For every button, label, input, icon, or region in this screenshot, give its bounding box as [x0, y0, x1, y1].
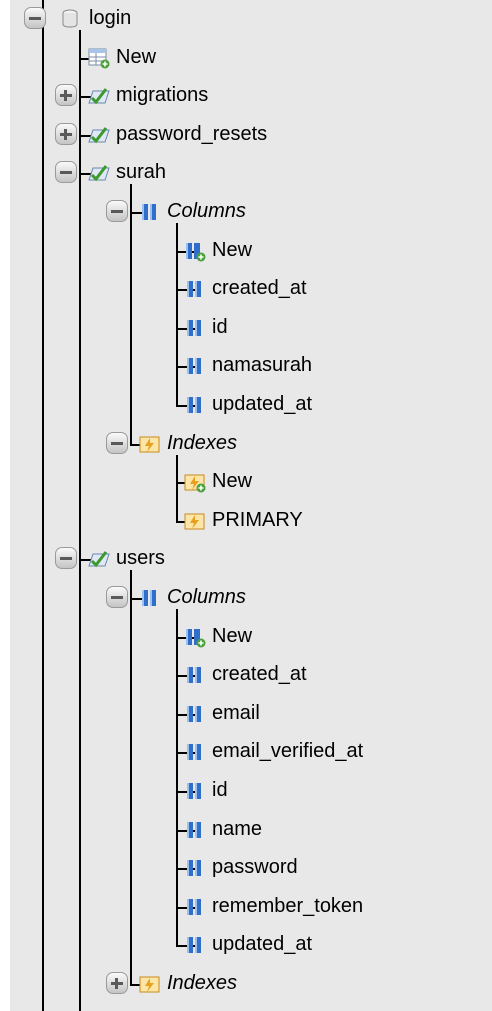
column-icon: [183, 664, 207, 686]
collapse-toggle-icon[interactable]: [55, 547, 77, 569]
table-icon: [87, 85, 111, 107]
column-name[interactable]: updated_at: [212, 392, 312, 416]
column-name[interactable]: id: [212, 778, 228, 802]
tree-node-indexes[interactable]: Indexes: [10, 965, 480, 1003]
navigation-tree: login New migrations password_resets surah Co…: [10, 0, 492, 1011]
new-index-label[interactable]: New: [212, 469, 252, 493]
tree-node-index[interactable]: PRIMARY: [10, 502, 480, 540]
new-column-icon: [183, 626, 207, 648]
columns-label[interactable]: Columns: [167, 585, 246, 609]
collapse-toggle-icon[interactable]: [106, 432, 128, 454]
tree-node-password-resets[interactable]: password_resets: [10, 116, 480, 154]
tree-node-indexes[interactable]: Indexes: [10, 425, 480, 463]
table-name[interactable]: surah: [116, 160, 166, 184]
columns-label[interactable]: Columns: [167, 199, 246, 223]
tree-node-migrations[interactable]: migrations: [10, 77, 480, 115]
new-table-label[interactable]: New: [116, 45, 156, 69]
tree-node-new-column[interactable]: New: [10, 618, 480, 656]
index-icon: [183, 510, 207, 532]
column-name[interactable]: email: [212, 701, 260, 725]
tree-node-columns[interactable]: Columns: [10, 193, 480, 231]
database-icon: [60, 8, 84, 30]
tree-node-surah[interactable]: surah: [10, 154, 480, 192]
column-name[interactable]: created_at: [212, 276, 307, 300]
new-column-label[interactable]: New: [212, 238, 252, 262]
tree-node-column[interactable]: name: [10, 811, 480, 849]
collapse-toggle-icon[interactable]: [55, 161, 77, 183]
column-name[interactable]: id: [212, 315, 228, 339]
columns-icon: [138, 587, 162, 609]
column-icon: [183, 278, 207, 300]
column-name[interactable]: created_at: [212, 662, 307, 686]
indexes-label[interactable]: Indexes: [167, 971, 237, 995]
expand-toggle-icon[interactable]: [55, 84, 77, 106]
column-icon: [183, 857, 207, 879]
new-column-label[interactable]: New: [212, 624, 252, 648]
indexes-label[interactable]: Indexes: [167, 431, 237, 455]
tree-node-column[interactable]: created_at: [10, 270, 480, 308]
column-icon: [183, 355, 207, 377]
tree-node-new-column[interactable]: New: [10, 232, 480, 270]
expand-toggle-icon[interactable]: [106, 972, 128, 994]
tree-node-column[interactable]: updated_at: [10, 926, 480, 964]
collapse-toggle-icon[interactable]: [106, 200, 128, 222]
column-icon: [183, 934, 207, 956]
database-name[interactable]: login: [89, 6, 131, 30]
column-name[interactable]: namasurah: [212, 353, 312, 377]
columns-icon: [138, 201, 162, 223]
column-icon: [183, 703, 207, 725]
tree-node-column[interactable]: password: [10, 849, 480, 887]
new-index-icon: [183, 471, 207, 493]
table-icon: [87, 162, 111, 184]
column-name[interactable]: remember_token: [212, 894, 363, 918]
column-icon: [183, 780, 207, 802]
tree-node-column[interactable]: email_verified_at: [10, 733, 480, 771]
index-name[interactable]: PRIMARY: [212, 508, 303, 532]
table-name[interactable]: users: [116, 546, 165, 570]
column-icon: [183, 741, 207, 763]
new-table-icon: [87, 47, 111, 69]
column-icon: [183, 317, 207, 339]
table-name[interactable]: migrations: [116, 83, 208, 107]
table-name[interactable]: password_resets: [116, 122, 267, 146]
tree-node-column[interactable]: remember_token: [10, 888, 480, 926]
tree-node-column[interactable]: namasurah: [10, 347, 480, 385]
column-icon: [183, 394, 207, 416]
tree-node-column[interactable]: updated_at: [10, 386, 480, 424]
table-icon: [87, 548, 111, 570]
column-name[interactable]: name: [212, 817, 262, 841]
table-icon: [87, 124, 111, 146]
tree-node-column[interactable]: id: [10, 309, 480, 347]
tree-node-database[interactable]: login: [10, 0, 480, 38]
tree-node-new-index[interactable]: New: [10, 463, 480, 501]
column-icon: [183, 819, 207, 841]
expand-toggle-icon[interactable]: [55, 123, 77, 145]
column-name[interactable]: password: [212, 855, 298, 879]
tree-node-new-table[interactable]: New: [10, 39, 480, 77]
column-icon: [183, 896, 207, 918]
collapse-toggle-icon[interactable]: [106, 586, 128, 608]
column-name[interactable]: updated_at: [212, 932, 312, 956]
tree-node-column[interactable]: email: [10, 695, 480, 733]
collapse-toggle-icon[interactable]: [24, 7, 46, 29]
tree-node-columns[interactable]: Columns: [10, 579, 480, 617]
indexes-icon: [138, 433, 162, 455]
new-column-icon: [183, 240, 207, 262]
tree-node-users[interactable]: users: [10, 540, 480, 578]
tree-node-column[interactable]: id: [10, 772, 480, 810]
indexes-icon: [138, 973, 162, 995]
column-name[interactable]: email_verified_at: [212, 739, 363, 763]
tree-node-column[interactable]: created_at: [10, 656, 480, 694]
